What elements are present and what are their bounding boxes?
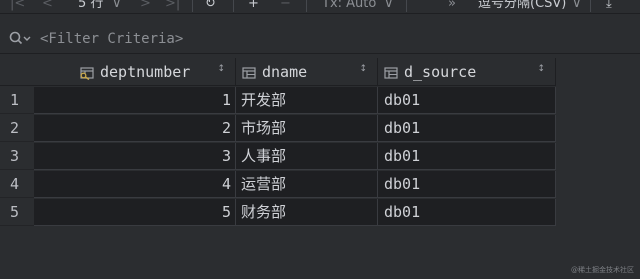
- last-page-button[interactable]: >|: [165, 0, 180, 12]
- column-header-label: d_source: [404, 62, 477, 81]
- filter-search-icon[interactable]: [9, 30, 35, 48]
- export-dropdown-icon[interactable]: ∨: [572, 0, 582, 12]
- filter-bar: [0, 24, 640, 54]
- cell-deptnumber[interactable]: 4: [34, 171, 236, 198]
- toolbar-separator: [192, 0, 193, 12]
- toolbar-separator: [406, 0, 407, 12]
- more-actions-button[interactable]: »: [448, 0, 456, 12]
- sort-icon[interactable]: ↕: [359, 65, 367, 74]
- cell-deptnumber[interactable]: 3: [34, 143, 236, 170]
- tx-dropdown-icon[interactable]: ∨: [384, 0, 394, 12]
- row-number-header: [0, 58, 34, 86]
- cell-d-source[interactable]: db01: [378, 115, 556, 142]
- toolbar-separator: [590, 0, 591, 12]
- previous-page-button[interactable]: <: [42, 0, 53, 12]
- column-header-dname[interactable]: dname ↕: [236, 58, 378, 86]
- column-header-label: deptnumber: [100, 62, 191, 81]
- data-grid-toolbar: |< < 5 行 ∨ > >| ↻ + − Tx: Auto ∨ » 逗号分隔(…: [0, 0, 640, 14]
- filter-criteria-input[interactable]: [40, 29, 620, 49]
- cell-dname[interactable]: 财务部: [236, 199, 378, 226]
- cell-d-source[interactable]: db01: [378, 199, 556, 226]
- toolbar-separator: [306, 0, 307, 12]
- first-page-button[interactable]: |<: [10, 0, 25, 12]
- watermark: @稀土掘金技术社区: [571, 266, 634, 274]
- cell-deptnumber[interactable]: 1: [34, 87, 236, 114]
- cell-dname[interactable]: 市场部: [236, 115, 378, 142]
- toolbar-separator: [233, 0, 234, 12]
- rows-count-selector[interactable]: 5 行: [78, 0, 103, 12]
- cell-deptnumber[interactable]: 5: [34, 199, 236, 226]
- export-format-selector[interactable]: 逗号分隔(CSV): [478, 0, 566, 12]
- cell-d-source[interactable]: db01: [378, 171, 556, 198]
- cell-d-source[interactable]: db01: [378, 87, 556, 114]
- column-icon: [384, 65, 398, 79]
- column-header-deptnumber[interactable]: deptnumber ↕: [34, 58, 236, 86]
- row-number[interactable]: 1: [0, 87, 34, 114]
- row-number[interactable]: 2: [0, 115, 34, 142]
- add-row-button[interactable]: +: [248, 0, 259, 12]
- cell-d-source[interactable]: db01: [378, 143, 556, 170]
- rows-dropdown-icon[interactable]: ∨: [112, 0, 122, 12]
- row-number[interactable]: 4: [0, 171, 34, 198]
- refresh-icon[interactable]: ↻: [205, 0, 216, 12]
- row-number[interactable]: 5: [0, 199, 34, 226]
- cell-dname[interactable]: 人事部: [236, 143, 378, 170]
- sort-icon[interactable]: ↕: [217, 65, 225, 74]
- cell-deptnumber[interactable]: 2: [34, 115, 236, 142]
- transaction-mode-selector[interactable]: Tx: Auto: [322, 0, 376, 12]
- cell-dname[interactable]: 运营部: [236, 171, 378, 198]
- download-icon[interactable]: ⤓: [606, 0, 612, 12]
- sort-icon[interactable]: ↕: [537, 65, 545, 74]
- column-header-label: dname: [262, 62, 308, 81]
- column-header-d-source[interactable]: d_source ↕: [378, 58, 556, 86]
- column-icon: [242, 65, 256, 79]
- primary-key-column-icon: [80, 65, 94, 80]
- cell-dname[interactable]: 开发部: [236, 87, 378, 114]
- row-number[interactable]: 3: [0, 143, 34, 170]
- delete-row-button[interactable]: −: [280, 0, 291, 12]
- next-page-button[interactable]: >: [140, 0, 151, 12]
